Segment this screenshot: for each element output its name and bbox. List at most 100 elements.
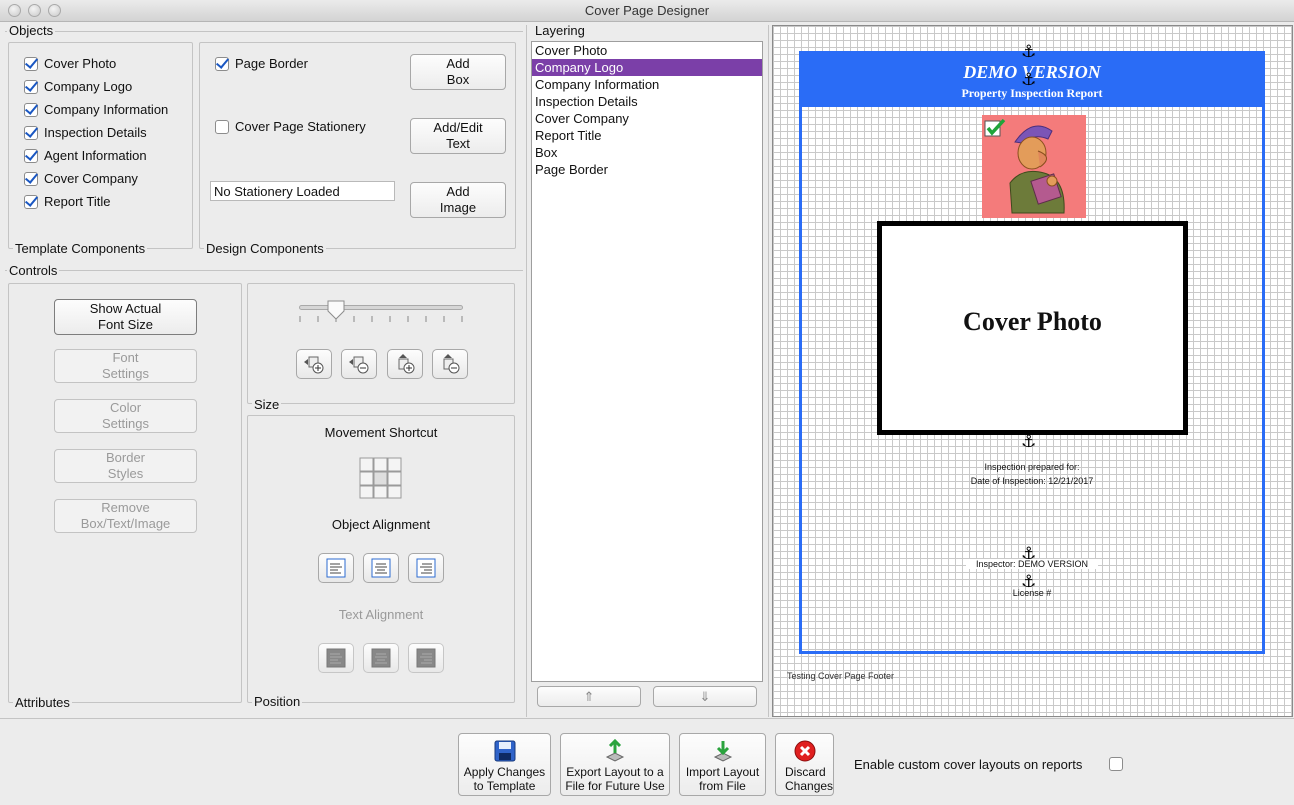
apply-changes-button[interactable]: Apply Changes to Template	[458, 733, 551, 796]
import-icon	[713, 741, 732, 762]
attributes-label: Attributes	[13, 695, 72, 710]
checkbox-label: Page Border	[235, 56, 308, 71]
license-number[interactable]: License #	[966, 588, 1098, 598]
font-settings-button[interactable]: Font Settings	[54, 349, 197, 383]
checkbox-cover-company-box[interactable]	[24, 171, 38, 186]
move-layer-up-button[interactable]: ⇑	[537, 686, 641, 707]
import-layout-label: Import Layout from File	[685, 765, 760, 793]
checkbox-company-information-box[interactable]	[24, 102, 38, 117]
text-align-center-icon	[371, 648, 391, 668]
checkbox-page-border[interactable]: Page Border	[215, 56, 308, 71]
show-actual-font-size-button[interactable]: Show Actual Font Size	[54, 299, 197, 335]
align-object-left-button[interactable]	[318, 553, 354, 583]
window-title: Cover Page Designer	[584, 3, 710, 18]
list-item[interactable]: Company Logo	[532, 59, 762, 76]
enable-custom-layouts-checkbox[interactable]	[1109, 757, 1123, 771]
inspector-name[interactable]: Inspector: DEMO VERSION	[966, 559, 1098, 569]
checkbox-company-logo-box[interactable]	[24, 79, 38, 94]
color-settings-label: Color Settings	[102, 400, 149, 431]
movement-shortcut-label: Movement Shortcut	[324, 425, 438, 440]
selected-check-icon	[984, 118, 1006, 137]
width-minus-icon	[349, 356, 369, 374]
movement-shortcut-icon[interactable]	[359, 457, 403, 499]
attributes-group	[8, 283, 242, 703]
checkbox-report-title[interactable]: Report Title	[24, 194, 110, 209]
list-item[interactable]: Cover Company	[532, 110, 762, 127]
add-box-button[interactable]: Add Box	[410, 54, 506, 90]
remove-box-text-image-button[interactable]: Remove Box/Text/Image	[54, 499, 197, 533]
size-slider-thumb[interactable]	[327, 300, 345, 320]
checkbox-label: Cover Company	[44, 171, 138, 186]
add-edit-text-button[interactable]: Add/Edit Text	[410, 118, 506, 154]
remove-box-text-image-label: Remove Box/Text/Image	[80, 500, 171, 531]
show-actual-font-size-label: Show Actual Font Size	[89, 301, 162, 332]
increase-height-button[interactable]	[387, 349, 423, 379]
checkbox-cover-page-stationery[interactable]: Cover Page Stationery	[215, 119, 366, 134]
checkbox-page-border-box[interactable]	[215, 56, 229, 71]
anchor-icon[interactable]: ⚓	[1021, 434, 1036, 451]
align-object-center-button[interactable]	[363, 553, 399, 583]
list-item[interactable]: Inspection Details	[532, 93, 762, 110]
list-item[interactable]: Company Information	[532, 76, 762, 93]
size-slider-ticks	[299, 316, 463, 322]
checkbox-inspection-details[interactable]: Inspection Details	[24, 125, 147, 140]
move-layer-down-button[interactable]: ⇓	[653, 686, 757, 707]
checkbox-company-information[interactable]: Company Information	[24, 102, 168, 117]
decrease-width-button[interactable]	[341, 349, 377, 379]
controls-divider	[5, 270, 523, 271]
border-styles-label: Border Styles	[105, 450, 146, 481]
checkbox-cover-photo[interactable]: Cover Photo	[24, 56, 116, 71]
color-settings-button[interactable]: Color Settings	[54, 399, 197, 433]
cover-page-canvas[interactable]: DEMO VERSION Property Inspection Report …	[772, 25, 1293, 717]
layering-list[interactable]: Cover Photo Company Logo Company Informa…	[531, 41, 763, 682]
list-item[interactable]: Box	[532, 144, 762, 161]
width-plus-icon	[304, 356, 324, 374]
border-styles-button[interactable]: Border Styles	[54, 449, 197, 483]
text-align-right-button[interactable]	[408, 643, 444, 673]
checkbox-report-title-box[interactable]	[24, 194, 38, 209]
align-left-icon	[326, 558, 346, 578]
stationery-field[interactable]: No Stationery Loaded	[210, 181, 395, 201]
checkbox-cover-photo-box[interactable]	[24, 56, 38, 71]
anchor-icon[interactable]: ⚓	[1021, 44, 1036, 61]
text-align-center-button[interactable]	[363, 643, 399, 673]
list-item[interactable]: Cover Photo	[532, 42, 762, 59]
import-layout-button[interactable]: Import Layout from File	[679, 733, 766, 796]
checkbox-company-logo[interactable]: Company Logo	[24, 79, 132, 94]
checkbox-label: Company Information	[44, 102, 169, 117]
increase-width-button[interactable]	[296, 349, 332, 379]
position-label: Position	[252, 694, 303, 709]
size-label: Size	[252, 397, 282, 412]
checkbox-agent-information-box[interactable]	[24, 148, 38, 163]
decrease-height-button[interactable]	[432, 349, 468, 379]
object-alignment-label: Object Alignment	[331, 517, 431, 532]
date-of-inspection[interactable]: Date of Inspection: 12/21/2017	[799, 476, 1265, 486]
list-item[interactable]: Report Title	[532, 127, 762, 144]
apply-changes-label: Apply Changes to Template	[463, 765, 546, 793]
template-components-label: Template Components	[13, 241, 148, 256]
list-item[interactable]: Page Border	[532, 161, 762, 178]
text-align-left-button[interactable]	[318, 643, 354, 673]
inspection-prepared-for[interactable]: Inspection prepared for:	[799, 462, 1265, 472]
objects-group-label: Objects	[7, 23, 56, 38]
text-align-right-icon	[416, 648, 436, 668]
checkbox-label: Cover Page Stationery	[235, 119, 366, 134]
add-image-button[interactable]: Add Image	[410, 182, 506, 218]
checkbox-inspection-details-box[interactable]	[24, 125, 38, 140]
anchor-icon[interactable]: ⚓	[1021, 72, 1036, 89]
discard-changes-button[interactable]: Discard Changes	[775, 733, 834, 796]
checkbox-cover-page-stationery-box[interactable]	[215, 119, 229, 134]
checkbox-cover-company[interactable]: Cover Company	[24, 171, 138, 186]
add-image-label: Add Image	[439, 184, 477, 215]
export-layout-button[interactable]: Export Layout to a File for Future Use	[560, 733, 670, 796]
align-object-right-button[interactable]	[408, 553, 444, 583]
design-components-label: Design Components	[204, 241, 326, 256]
checkbox-agent-information[interactable]: Agent Information	[24, 148, 147, 163]
cover-page-footer[interactable]: Testing Cover Page Footer	[787, 671, 894, 681]
checkbox-label: Cover Photo	[44, 56, 117, 71]
checkbox-label: Inspection Details	[44, 125, 147, 140]
add-box-label: Add Box	[446, 56, 470, 87]
text-alignment-label: Text Alignment	[338, 607, 424, 622]
save-icon	[494, 740, 515, 762]
export-layout-label: Export Layout to a File for Future Use	[565, 765, 665, 793]
